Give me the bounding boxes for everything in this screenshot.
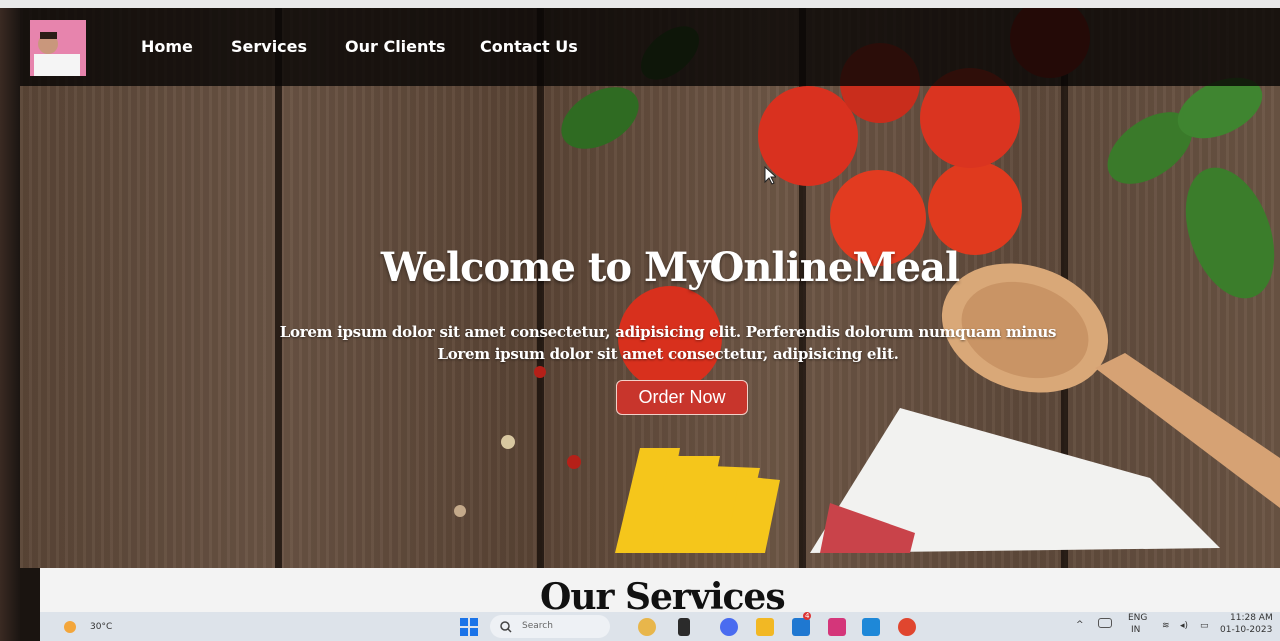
mail-badge: 4 <box>803 612 812 620</box>
kitchen-towel-icon <box>810 408 1220 553</box>
battery-icon[interactable]: ▭ <box>1200 621 1209 631</box>
peppercorn-icon <box>534 366 546 378</box>
avatar[interactable] <box>30 20 86 76</box>
windows-taskbar: 30°C Search 4 ^ ENG IN ≋ ◂) ▭ 11:28 AM 0… <box>40 612 1280 641</box>
clock-time[interactable]: 11:28 AM <box>1230 613 1273 623</box>
peppercorn-icon <box>454 505 466 517</box>
monitor-bezel-top <box>0 0 1280 8</box>
basil-leaf-icon <box>561 87 639 149</box>
peppercorn-icon <box>567 455 581 469</box>
onedrive-icon[interactable] <box>1098 618 1112 628</box>
clock-date[interactable]: 01-10-2023 <box>1220 625 1272 635</box>
file-explorer-icon[interactable] <box>756 618 774 636</box>
hero-description-line-2: Lorem ipsum dolor sit amet consectetur, … <box>437 345 899 363</box>
nav-our-clients-link[interactable]: Our Clients <box>345 37 446 56</box>
instagram-icon[interactable] <box>828 618 846 636</box>
nav-home-link[interactable]: Home <box>141 37 193 56</box>
task-view-icon[interactable] <box>678 618 690 636</box>
services-heading: Our Services <box>540 576 786 612</box>
windows-start-icon[interactable] <box>460 618 478 636</box>
services-section: Our Services <box>40 568 1280 612</box>
tomato-icon <box>928 161 1022 255</box>
language-line-2[interactable]: IN <box>1131 625 1140 635</box>
nav-services-link[interactable]: Services <box>231 37 307 56</box>
weather-icon[interactable] <box>62 620 78 634</box>
wifi-icon[interactable]: ≋ <box>1162 621 1170 631</box>
order-now-button[interactable]: Order Now <box>616 380 748 415</box>
language-line-1[interactable]: ENG <box>1128 613 1147 623</box>
search-placeholder: Search <box>522 621 553 631</box>
basil-leaf-icon <box>1185 167 1275 299</box>
navbar: Home Services Our Clients Contact Us <box>20 8 1280 86</box>
hero-description-line-1: Lorem ipsum dolor sit amet consectetur, … <box>279 323 1057 341</box>
hero-title: Welcome to MyOnlineMeal <box>380 244 960 291</box>
peppercorn-icon <box>501 435 515 449</box>
spaghetti-icon <box>615 448 780 553</box>
vscode-icon[interactable] <box>862 618 880 636</box>
taskbar-search-input[interactable]: Search <box>490 615 610 638</box>
chevron-up-icon[interactable]: ^ <box>1076 620 1084 630</box>
mouse-cursor-icon <box>764 166 776 185</box>
monitor-bezel-left <box>0 8 20 641</box>
volume-icon[interactable]: ◂) <box>1180 621 1188 631</box>
chat-icon[interactable] <box>720 618 738 636</box>
search-icon <box>500 621 512 633</box>
weather-temperature[interactable]: 30°C <box>90 622 112 632</box>
chrome-icon[interactable] <box>898 618 916 636</box>
nav-contact-us-link[interactable]: Contact Us <box>480 37 578 56</box>
mail-icon[interactable] <box>792 618 810 636</box>
taskbar-app-icon[interactable] <box>638 618 656 636</box>
